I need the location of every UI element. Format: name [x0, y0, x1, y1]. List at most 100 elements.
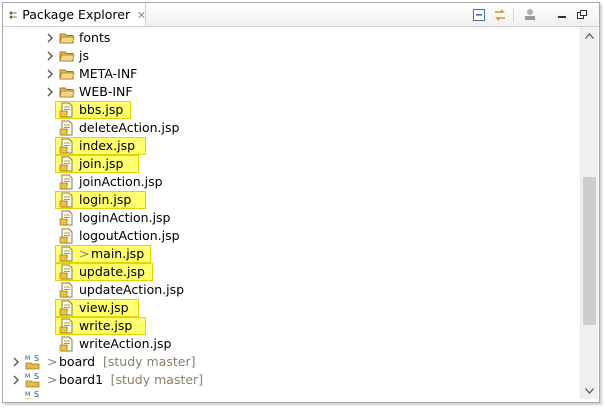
tree-file-item[interactable]: loginAction.jsp	[3, 209, 580, 227]
folder-icon	[59, 69, 75, 80]
tree-file-item[interactable]: login.jsp	[3, 191, 580, 209]
view-title: Package Explorer	[22, 7, 131, 22]
git-repo-label: [study master]	[110, 372, 204, 387]
tree-file-item[interactable]: join.jsp	[3, 155, 580, 173]
project-name: board	[59, 354, 96, 369]
tab-package-explorer[interactable]: Package Explorer	[3, 3, 146, 26]
package-tree[interactable]: fonts js META-INF WEB-INF bbs.jsp deleteActio…	[3, 27, 580, 399]
tree-item-label: join.jsp	[79, 156, 124, 171]
tree-item-label: write.jsp	[79, 318, 133, 333]
folder-icon	[59, 33, 75, 44]
close-icon[interactable]	[138, 10, 145, 20]
svg-text:S: S	[34, 390, 39, 399]
package-explorer-view: Package Explorer fonts js META-INF WEB-I…	[2, 2, 600, 403]
dirty-marker: >	[47, 372, 58, 387]
tree-folder-item[interactable]: META-INF	[3, 65, 580, 83]
chevron-right-icon[interactable]	[46, 33, 54, 43]
collapse-all-button[interactable]	[471, 7, 487, 23]
view-title-bar: Package Explorer	[3, 3, 599, 27]
jsp-file-icon	[59, 138, 73, 154]
jsp-file-icon	[59, 246, 73, 262]
dirty-marker: >	[47, 354, 58, 369]
tree-item-label: fonts	[79, 30, 111, 45]
web-project-icon: MS	[25, 354, 40, 370]
tree-folder-item[interactable]: WEB-INF	[3, 83, 580, 101]
scrollbar-thumb[interactable]	[583, 177, 596, 325]
svg-text:S: S	[34, 372, 39, 381]
tree-file-item[interactable]: update.jsp	[3, 263, 580, 281]
chevron-down-icon	[585, 387, 594, 394]
link-with-editor-icon	[495, 9, 505, 21]
view-menu-icon	[525, 9, 535, 20]
project-name: board1	[59, 372, 104, 387]
jsp-file-icon	[59, 192, 73, 208]
jsp-file-icon	[59, 210, 73, 226]
toolbar-separator	[513, 8, 514, 22]
svg-text:M: M	[25, 355, 30, 362]
jsp-file-icon	[59, 318, 73, 334]
tree-file-item[interactable]: deleteAction.jsp	[3, 119, 580, 137]
tree-project-item[interactable]: M S > board1 [study master]	[3, 371, 580, 389]
tree-item-label: js	[79, 48, 89, 63]
tree-item-label: view.jsp	[79, 300, 129, 315]
svg-text:M: M	[25, 373, 30, 380]
tree-file-item[interactable]: index.jsp	[3, 137, 580, 155]
tree-file-item[interactable]: logoutAction.jsp	[3, 227, 580, 245]
chevron-right-icon[interactable]	[12, 357, 20, 367]
tree-file-item[interactable]: write.jsp	[3, 317, 580, 335]
jsp-file-icon	[59, 282, 73, 298]
tree-item-label: loginAction.jsp	[79, 210, 171, 225]
tree-item-label: bbs.jsp	[79, 102, 124, 117]
tree-folder-item[interactable]: fonts	[3, 29, 580, 47]
tree-item-label: deleteAction.jsp	[79, 120, 180, 135]
tree-project-item[interactable]: MS	[3, 389, 580, 399]
jsp-file-icon	[59, 264, 73, 280]
tree-file-item[interactable]: updateAction.jsp	[3, 281, 580, 299]
scroll-up-button[interactable]	[581, 27, 598, 44]
package-explorer-icon	[9, 11, 17, 18]
tree-file-item[interactable]: writeAction.jsp	[3, 335, 580, 353]
jsp-file-icon	[59, 300, 73, 316]
tree-file-item[interactable]: bbs.jsp	[3, 101, 580, 119]
jsp-file-icon	[59, 336, 73, 352]
tree-item-label: WEB-INF	[79, 84, 133, 99]
tree-file-item[interactable]: > main.jsp	[3, 245, 580, 263]
web-project-icon: MS	[25, 372, 40, 388]
view-menu-button[interactable]	[522, 7, 538, 23]
chevron-right-icon[interactable]	[46, 69, 54, 79]
jsp-file-icon	[59, 102, 73, 118]
tree-folder-item[interactable]: js	[3, 47, 580, 65]
vertical-scrollbar[interactable]	[580, 27, 598, 399]
chevron-right-icon[interactable]	[12, 375, 20, 385]
jsp-file-icon	[59, 174, 73, 190]
tree-item-label: main.jsp	[91, 246, 145, 261]
tree-item-label: logoutAction.jsp	[79, 228, 180, 243]
tree-item-label: META-INF	[79, 66, 138, 81]
jsp-file-icon	[59, 120, 73, 136]
web-project-icon: MS	[25, 390, 39, 399]
scroll-down-button[interactable]	[581, 382, 598, 399]
minimize-button[interactable]	[554, 7, 570, 23]
chevron-right-icon[interactable]	[46, 87, 54, 97]
dirty-marker: >	[79, 246, 90, 261]
jsp-file-icon	[59, 228, 73, 244]
tree-item-label: joinAction.jsp	[79, 174, 163, 189]
chevron-right-icon[interactable]	[46, 51, 54, 61]
tree-item-label: update.jsp	[79, 264, 145, 279]
minimize-icon	[558, 16, 566, 18]
collapse-all-icon	[473, 9, 485, 21]
tree-file-item[interactable]: view.jsp	[3, 299, 580, 317]
tree-item-label: login.jsp	[79, 192, 132, 207]
maximize-icon	[577, 10, 587, 19]
git-repo-label: [study master]	[103, 354, 196, 369]
tree-item-label: writeAction.jsp	[79, 336, 172, 351]
link-with-editor-button[interactable]	[492, 7, 508, 23]
tree-item-label: index.jsp	[79, 138, 136, 153]
maximize-button[interactable]	[574, 7, 590, 23]
folder-icon	[59, 87, 75, 98]
chevron-up-icon	[585, 32, 594, 39]
tree-file-item[interactable]: joinAction.jsp	[3, 173, 580, 191]
tree-project-item[interactable]: M S > board [study master]	[3, 353, 580, 371]
folder-icon	[59, 51, 75, 62]
svg-text:M: M	[25, 391, 30, 398]
